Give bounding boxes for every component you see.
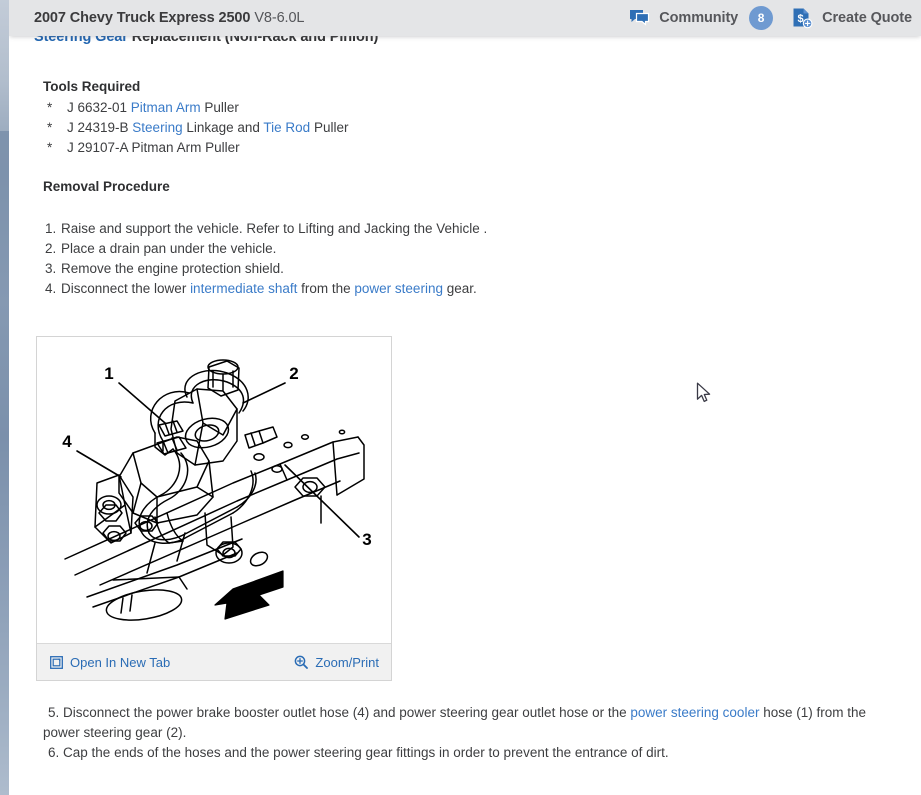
community-badge-count: 8 [749, 6, 774, 30]
step-mid: from the [297, 281, 355, 296]
removal-step: 3. Remove the engine protection shield. [45, 259, 487, 279]
tool-list-item: * J 24319-B Steering Linkage and Tie Rod … [47, 118, 348, 138]
tool-link-pitman-arm[interactable]: Pitman Arm [131, 100, 201, 115]
removal-step: 4. Disconnect the lower intermediate shaf… [45, 279, 487, 299]
tail-step-prefix: Disconnect the power brake booster outle… [63, 705, 631, 720]
vehicle-engine-text: V8-6.0L [254, 10, 305, 26]
tool-prefix: J 29107-A Pitman Arm Puller [67, 140, 240, 155]
tools-required-title: Tools Required [43, 79, 141, 94]
document-dollar-plus-icon: $ [791, 7, 813, 29]
tool-list-item: * J 29107-A Pitman Arm Puller [47, 138, 348, 158]
tail-step-number: 6. [48, 745, 60, 760]
article-content: Steering Gear Replacement (Non-Rack and … [9, 36, 921, 795]
tail-steps-list: 5. Disconnect the power brake booster ou… [43, 703, 905, 763]
tail-step-link-power-steering-cooler[interactable]: power steering cooler [630, 705, 759, 720]
tail-step: 6. Cap the ends of the hoses and the pow… [43, 743, 905, 763]
bullet-star: * [47, 100, 53, 115]
chat-bubble-icon [629, 9, 650, 27]
tool-prefix: J 6632-01 [67, 100, 131, 115]
steering-gear-diagram: 1 2 3 4 [37, 337, 391, 643]
figure-callout-2: 2 [289, 364, 298, 383]
tools-required-list: * J 6632-01 Pitman Arm Puller * J 24319-B … [47, 98, 348, 158]
tool-list-item: * J 6632-01 Pitman Arm Puller [47, 98, 348, 118]
bullet-star: * [47, 140, 53, 155]
tool-mid: Linkage and [182, 120, 264, 135]
removal-steps-list: 1. Raise and support the vehicle. Refer t… [45, 219, 487, 299]
left-nav-rail-top-segment[interactable] [0, 0, 9, 131]
top-header-bar: 2007 Chevy Truck Express 2500 V8-6.0L Co… [9, 0, 921, 36]
step-link-power-steering[interactable]: power steering [354, 281, 443, 296]
tail-step-prefix: Cap the ends of the hoses and the power … [63, 745, 669, 760]
tool-suffix: Puller [200, 100, 239, 115]
create-quote-button[interactable]: $ Create Quote [782, 0, 921, 36]
create-quote-label: Create Quote [822, 10, 912, 26]
tool-link-tie-rod[interactable]: Tie Rod [263, 120, 310, 135]
figure-panel: 1 2 3 4 Open In New Tab Zoom/Print [36, 336, 392, 681]
magnifier-plus-icon [294, 655, 309, 669]
figure-callout-3: 3 [362, 530, 371, 549]
header-actions: Community 8 $ Create Quote [620, 0, 921, 36]
step-text: Remove the engine protection shield. [61, 261, 284, 276]
removal-procedure-title: Removal Procedure [43, 179, 170, 194]
step-number: 2. [45, 241, 57, 256]
external-window-icon [50, 655, 63, 669]
tool-suffix: Puller [310, 120, 349, 135]
step-link-intermediate-shaft[interactable]: intermediate shaft [190, 281, 297, 296]
zoom-print-button[interactable]: Zoom/Print [294, 655, 379, 670]
step-text: Place a drain pan under the vehicle. [61, 241, 277, 256]
community-label: Community [659, 10, 739, 26]
article-heading: Steering Gear Replacement (Non-Rack and … [34, 36, 378, 45]
removal-step: 1. Raise and support the vehicle. Refer t… [45, 219, 487, 239]
zoom-print-label: Zoom/Print [315, 654, 379, 670]
vehicle-title: 2007 Chevy Truck Express 2500 V8-6.0L [34, 10, 305, 26]
figure-callout-1: 1 [104, 364, 113, 383]
community-button[interactable]: Community 8 [620, 0, 782, 36]
tool-prefix: J 24319-B [67, 120, 133, 135]
open-in-new-tab-button[interactable]: Open In New Tab [50, 655, 170, 670]
step-text: Raise and support the vehicle. Refer to … [61, 221, 488, 236]
step-number: 4. [45, 281, 57, 296]
figure-image[interactable]: 1 2 3 4 [37, 337, 391, 643]
svg-text:$: $ [798, 13, 804, 25]
figure-callout-4: 4 [62, 432, 72, 451]
bullet-star: * [47, 120, 53, 135]
removal-step: 2. Place a drain pan under the vehicle. [45, 239, 487, 259]
open-in-new-tab-label: Open In New Tab [70, 654, 171, 670]
article-heading-rest: Replacement (Non-Rack and Pinion) [127, 36, 379, 45]
step-prefix: Disconnect the lower [61, 281, 191, 296]
step-number: 1. [45, 221, 57, 236]
tail-step-number: 5. [48, 705, 60, 720]
figure-toolbar: Open In New Tab Zoom/Print [37, 643, 391, 680]
article-heading-link[interactable]: Steering Gear [34, 36, 128, 45]
vehicle-title-text: 2007 Chevy Truck Express 2500 [34, 10, 251, 26]
step-suffix: gear. [442, 281, 477, 296]
application-root: 2007 Chevy Truck Express 2500 V8-6.0L Co… [0, 0, 921, 795]
tool-link-steering[interactable]: Steering [132, 120, 182, 135]
tail-step: 5. Disconnect the power brake booster ou… [43, 703, 905, 743]
step-number: 3. [45, 261, 57, 276]
